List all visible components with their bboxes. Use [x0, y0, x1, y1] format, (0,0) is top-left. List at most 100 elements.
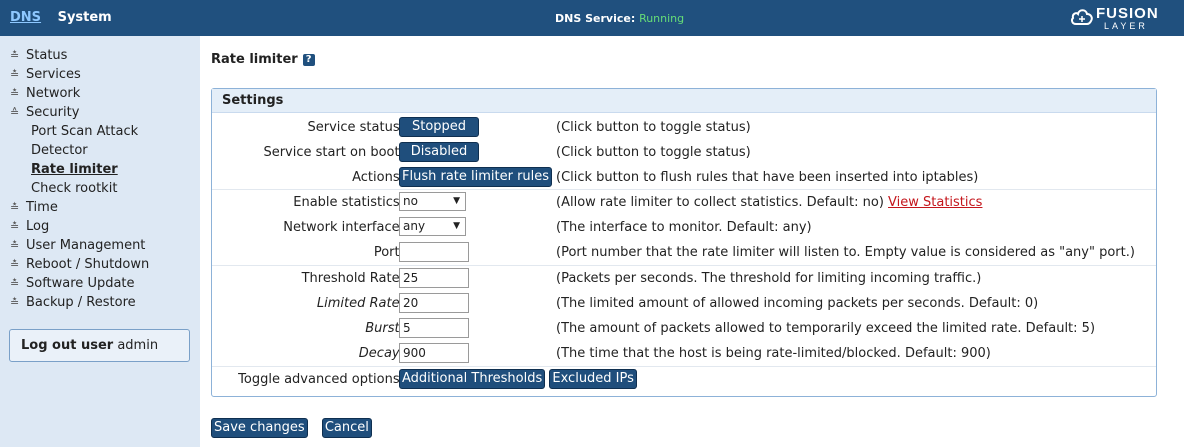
advanced-options-label: Toggle advanced options: [238, 372, 404, 387]
sidebar-subitem-check-rootkit[interactable]: Check rootkit [10, 179, 195, 198]
chevron-down-icon: ≛ [10, 277, 20, 290]
help-icon[interactable]: ? [302, 54, 315, 66]
sidebar-item-network[interactable]: ≛ Network [10, 84, 195, 103]
burst-input[interactable]: 5 [399, 318, 469, 338]
service-status-label: DNS Service: [555, 12, 636, 25]
service-status-button[interactable]: Stopped [399, 117, 479, 137]
sidebar-subitem-port-scan[interactable]: Port Scan Attack [10, 122, 195, 141]
row-advanced-options: Toggle advanced options: Additional Thre… [212, 367, 1156, 392]
actions-label: Actions: [352, 170, 404, 185]
dropdown-arrow-icon: ▼ [453, 196, 460, 206]
service-status-value: Running [639, 12, 685, 25]
sidebar-item-log[interactable]: ≛ Log [10, 217, 195, 236]
chevron-down-icon: ≛ [10, 220, 20, 233]
sidebar-item-label: Log [26, 219, 50, 234]
nav-system-link[interactable]: System [58, 10, 112, 25]
logout-label: Log out user [21, 338, 114, 353]
enable-statistics-label: Enable statistics: [293, 195, 404, 210]
sidebar-item-label: Services [26, 67, 81, 82]
form-actions: Save changes Cancel [211, 418, 382, 438]
threshold-rate-label: Threshold Rate: [301, 271, 404, 286]
threshold-rate-desc: (Packets per seconds. The threshold for … [556, 271, 982, 286]
flush-rules-button[interactable]: Flush rate limiter rules [399, 167, 553, 187]
sidebar-item-label: Network [26, 86, 81, 101]
row-limited-rate: Limited Rate: 20 (The limited amount of … [212, 291, 1156, 316]
save-changes-button[interactable]: Save changes [211, 418, 308, 438]
sidebar-item-label: Security [26, 105, 80, 120]
chevron-down-icon: ≛ [10, 258, 20, 271]
logo-text-fusion: FUSION [1096, 5, 1159, 22]
settings-panel: Settings Service status: Stopped (Click … [211, 88, 1157, 397]
excluded-ips-button[interactable]: Excluded IPs [549, 369, 637, 389]
chevron-down-icon: ≛ [10, 68, 20, 81]
cancel-button[interactable]: Cancel [321, 418, 372, 438]
sidebar-item-time[interactable]: ≛ Time [10, 198, 195, 217]
sidebar-item-software-update[interactable]: ≛ Software Update [10, 274, 195, 293]
service-boot-button[interactable]: Disabled [399, 142, 479, 162]
port-input[interactable] [399, 242, 469, 262]
threshold-rate-input[interactable]: 25 [399, 268, 469, 288]
row-service-boot: Service start on boot: Disabled (Click b… [212, 140, 1156, 165]
chevron-down-icon: ≛ [10, 239, 20, 252]
sidebar-item-reboot-shutdown[interactable]: ≛ Reboot / Shutdown [10, 255, 195, 274]
limited-rate-input[interactable]: 20 [399, 293, 469, 313]
sidebar-item-label: Status [26, 48, 68, 63]
row-network-interface: Network interface: any ▼ (The interface t… [212, 215, 1156, 240]
enable-statistics-select[interactable]: no ▼ [399, 192, 466, 211]
top-bar: DNS System DNS Service: Running FUSION L… [0, 0, 1184, 36]
top-nav: DNS System [10, 10, 112, 25]
enable-statistics-value: no [403, 194, 418, 208]
sidebar: ≛ Status ≛ Services ≛ Network ≙ Security Por… [0, 36, 200, 447]
sidebar-item-status[interactable]: ≛ Status [10, 46, 195, 65]
decay-input[interactable]: 900 [399, 343, 469, 363]
actions-desc: (Click button to flush rules that have b… [556, 170, 979, 185]
nav-dns-link[interactable]: DNS [10, 10, 41, 25]
row-decay: Decay: 900 (The time that the host is be… [212, 341, 1156, 366]
sidebar-item-label: Backup / Restore [26, 295, 136, 310]
row-port: Port: (Port number that the rate limiter… [212, 240, 1156, 265]
logout-username: admin [117, 338, 159, 353]
sidebar-item-label: Reboot / Shutdown [26, 257, 150, 272]
limited-rate-desc: (The limited amount of allowed incoming … [556, 296, 1039, 311]
enable-statistics-desc-wrap: (Allow rate limiter to collect statistic… [556, 195, 982, 210]
network-interface-select[interactable]: any ▼ [399, 217, 466, 236]
sidebar-item-security[interactable]: ≙ Security [10, 103, 195, 122]
dropdown-arrow-icon: ▼ [453, 221, 460, 231]
enable-statistics-desc: (Allow rate limiter to collect statistic… [556, 195, 884, 210]
chevron-down-icon: ≛ [10, 201, 20, 214]
row-burst: Burst: 5 (The amount of packets allowed … [212, 316, 1156, 341]
network-interface-label: Network interface: [283, 220, 404, 235]
service-status-indicator: DNS Service: Running [555, 12, 684, 25]
additional-thresholds-button[interactable]: Additional Thresholds [399, 369, 546, 389]
view-statistics-link[interactable]: View Statistics [888, 195, 982, 210]
sidebar-item-label: Software Update [26, 276, 135, 291]
cloud-logo-icon [1071, 9, 1093, 25]
chevron-down-icon: ≛ [10, 87, 20, 100]
row-actions: Actions: Flush rate limiter rules (Click… [212, 165, 1156, 190]
sidebar-item-services[interactable]: ≛ Services [10, 65, 195, 84]
row-enable-statistics: Enable statistics: no ▼ (Allow rate limit… [212, 190, 1156, 215]
chevron-down-icon: ≛ [10, 49, 20, 62]
burst-desc: (The amount of packets allowed to tempor… [556, 321, 1096, 336]
sidebar-item-label: User Management [26, 238, 146, 253]
sidebar-item-user-management[interactable]: ≛ User Management [10, 236, 195, 255]
service-status-label: Service status: [307, 120, 404, 135]
service-status-desc: (Click button to toggle status) [556, 120, 751, 135]
decay-label: Decay: [358, 346, 404, 361]
service-boot-desc: (Click button to toggle status) [556, 145, 751, 160]
sidebar-menu: ≛ Status ≛ Services ≛ Network ≙ Security Por… [10, 46, 195, 312]
sidebar-subitem-rate-limiter[interactable]: Rate limiter [10, 160, 195, 179]
chevron-down-icon: ≛ [10, 296, 20, 309]
row-threshold-rate: Threshold Rate: 25 (Packets per seconds.… [212, 266, 1156, 291]
decay-desc: (The time that the host is being rate-li… [556, 346, 991, 361]
row-service-status: Service status: Stopped (Click button to… [212, 115, 1156, 140]
logout-button[interactable]: Log out user admin [9, 329, 190, 362]
limited-rate-label: Limited Rate: [316, 296, 404, 311]
logo-text-layer: LAYER [1104, 21, 1148, 31]
settings-header: Settings [212, 89, 1156, 113]
sidebar-item-label: Time [26, 200, 58, 215]
service-boot-label: Service start on boot: [263, 145, 404, 160]
sidebar-item-backup-restore[interactable]: ≛ Backup / Restore [10, 293, 195, 312]
sidebar-subitem-port-scan-cont[interactable]: Detector [10, 141, 195, 160]
fusion-layer-logo: FUSION LAYER [1070, 4, 1180, 32]
